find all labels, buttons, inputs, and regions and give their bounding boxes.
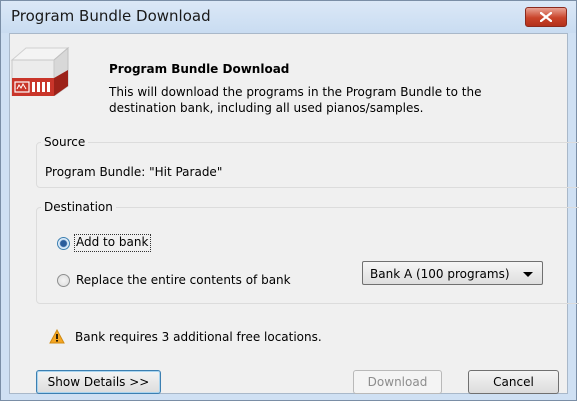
close-icon — [540, 12, 552, 22]
warning-text: Bank requires 3 additional free location… — [75, 330, 322, 344]
dialog-body: Program Bundle Download This will downlo… — [9, 33, 579, 394]
program-bundle-download-dialog: Program Bundle Download Program Bundle D… — [0, 0, 579, 401]
destination-group — [36, 207, 579, 304]
warning-icon — [49, 329, 65, 344]
piano-bundle-icon — [10, 46, 70, 96]
replace-bank-radio[interactable] — [57, 274, 70, 287]
source-bundle-text: Program Bundle: "Hit Parade" — [45, 165, 223, 179]
add-to-bank-radio[interactable] — [57, 237, 70, 250]
close-button[interactable] — [525, 7, 567, 27]
destination-group-label: Destination — [41, 200, 116, 214]
cancel-label: Cancel — [493, 375, 534, 389]
bank-select[interactable]: Bank A (100 programs) — [362, 261, 543, 285]
show-details-button[interactable]: Show Details >> — [36, 370, 161, 394]
replace-bank-label[interactable]: Replace the entire contents of bank — [76, 273, 291, 287]
show-details-label: Show Details >> — [47, 375, 150, 389]
cancel-button[interactable]: Cancel — [468, 370, 559, 394]
window-title: Program Bundle Download — [11, 7, 211, 25]
bank-select-value: Bank A (100 programs) — [370, 267, 510, 281]
source-group-label: Source — [41, 135, 89, 149]
chevron-down-icon — [523, 272, 533, 277]
download-button[interactable]: Download — [353, 370, 442, 394]
header-description: This will download the programs in the P… — [109, 85, 482, 115]
add-to-bank-label[interactable]: Add to bank — [76, 235, 148, 249]
download-label: Download — [367, 375, 428, 389]
header-title: Program Bundle Download — [109, 62, 290, 76]
title-bar: Program Bundle Download — [1, 1, 576, 33]
